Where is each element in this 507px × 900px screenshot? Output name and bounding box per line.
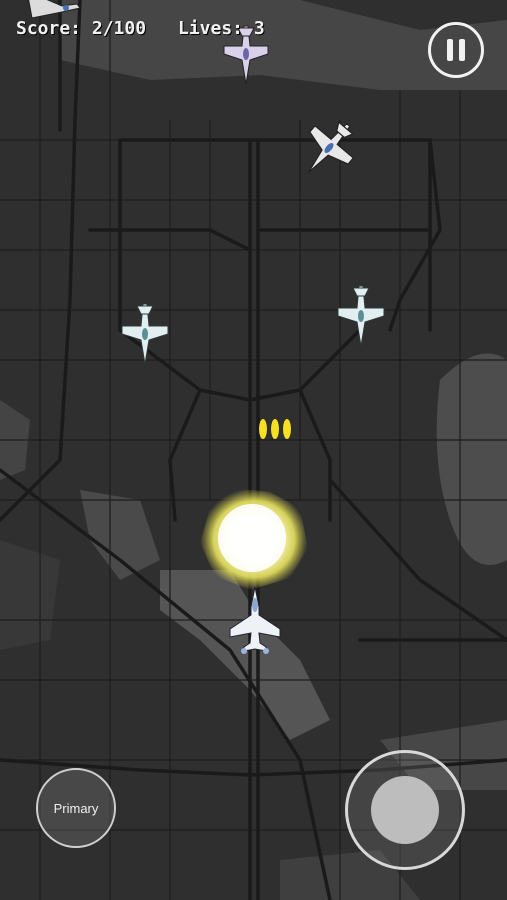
score-label: Score: 2/100 bbox=[16, 18, 147, 39]
bullets bbox=[259, 419, 291, 439]
game-screen[interactable]: Score: 2/100 Lives: 3 Primary bbox=[0, 0, 507, 900]
lives-label: Lives: 3 bbox=[178, 18, 265, 39]
enemy-jet bbox=[121, 303, 169, 365]
enemy-jet bbox=[337, 285, 385, 347]
player-jet[interactable] bbox=[226, 585, 284, 655]
pause-button[interactable] bbox=[428, 22, 484, 78]
explosion bbox=[200, 488, 308, 590]
virtual-joystick[interactable] bbox=[345, 750, 465, 870]
primary-label: Primary bbox=[53, 800, 99, 816]
primary-fire-button[interactable]: Primary bbox=[36, 768, 116, 848]
pause-icon bbox=[459, 39, 465, 61]
joystick-knob[interactable] bbox=[371, 776, 439, 844]
enemy-jet bbox=[307, 121, 355, 173]
pause-icon bbox=[447, 39, 453, 61]
